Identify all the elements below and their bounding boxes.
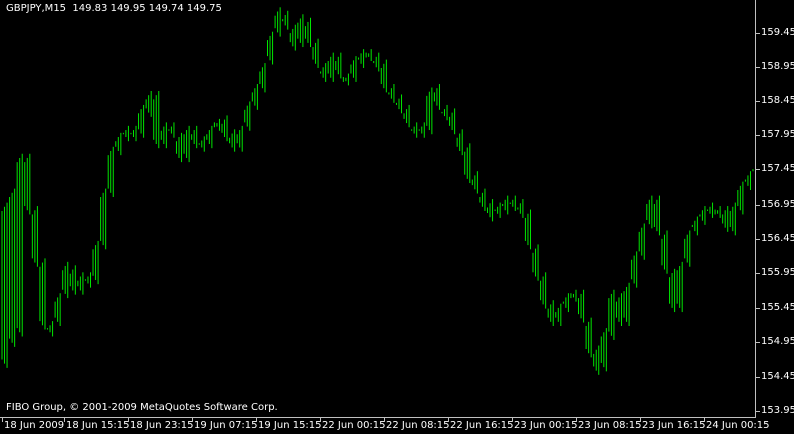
x-tick xyxy=(640,418,641,422)
y-tick xyxy=(756,169,760,170)
ohlc-values: 149.83 149.95 149.74 149.75 xyxy=(72,3,222,14)
price-bars xyxy=(1,7,754,375)
y-tick-label: 155.95 xyxy=(761,267,794,278)
y-tick xyxy=(756,411,760,412)
y-tick xyxy=(756,205,760,206)
x-tick xyxy=(128,418,129,422)
x-tick xyxy=(2,418,3,422)
x-tick xyxy=(512,418,513,422)
y-tick-label: 153.95 xyxy=(761,405,794,416)
x-tick xyxy=(320,418,321,422)
x-tick xyxy=(448,418,449,422)
x-tick-label: 22 Jun 16:15 xyxy=(450,420,514,431)
x-tick-label: 18 Jun 15:15 xyxy=(66,420,130,431)
y-tick xyxy=(756,101,760,102)
y-tick xyxy=(756,239,760,240)
x-tick-label: 22 Jun 00:15 xyxy=(322,420,386,431)
copyright-notice: FIBO Group, © 2001-2009 MetaQuotes Softw… xyxy=(6,402,278,413)
y-tick-label: 156.45 xyxy=(761,233,794,244)
x-tick-label: 22 Jun 08:15 xyxy=(386,420,450,431)
y-tick-label: 154.95 xyxy=(761,336,794,347)
y-tick xyxy=(756,67,760,68)
x-tick xyxy=(256,418,257,422)
x-tick xyxy=(576,418,577,422)
x-tick xyxy=(192,418,193,422)
y-tick xyxy=(756,33,760,34)
x-tick-label: 18 Jun 2009 xyxy=(4,420,65,431)
x-tick-label: 24 Jun 00:15 xyxy=(706,420,770,431)
x-tick-label: 23 Jun 08:15 xyxy=(578,420,642,431)
y-tick-label: 157.45 xyxy=(761,163,794,174)
y-tick-label: 154.45 xyxy=(761,371,794,382)
y-tick-label: 158.45 xyxy=(761,95,794,106)
chart-header: GBPJPY,M15 149.83 149.95 149.74 149.75 xyxy=(6,3,222,14)
y-tick-label: 159.45 xyxy=(761,27,794,38)
y-tick-label: 156.95 xyxy=(761,199,794,210)
x-tick xyxy=(704,418,705,422)
x-tick xyxy=(64,418,65,422)
y-tick-label: 155.45 xyxy=(761,302,794,313)
y-tick xyxy=(756,342,760,343)
y-tick xyxy=(756,377,760,378)
x-tick-label: 23 Jun 16:15 xyxy=(642,420,706,431)
y-tick xyxy=(756,308,760,309)
y-tick-label: 158.95 xyxy=(761,61,794,72)
x-tick-label: 18 Jun 23:15 xyxy=(130,420,194,431)
chart-window: GBPJPY,M15 149.83 149.95 149.74 149.75 F… xyxy=(0,0,794,434)
x-tick-label: 23 Jun 00:15 xyxy=(514,420,578,431)
y-tick-label: 157.95 xyxy=(761,129,794,140)
x-tick-label: 19 Jun 15:15 xyxy=(258,420,322,431)
symbol-timeframe: GBPJPY,M15 xyxy=(6,3,67,14)
y-tick xyxy=(756,135,760,136)
x-tick xyxy=(384,418,385,422)
x-tick-label: 19 Jun 07:15 xyxy=(194,420,258,431)
y-tick xyxy=(756,273,760,274)
